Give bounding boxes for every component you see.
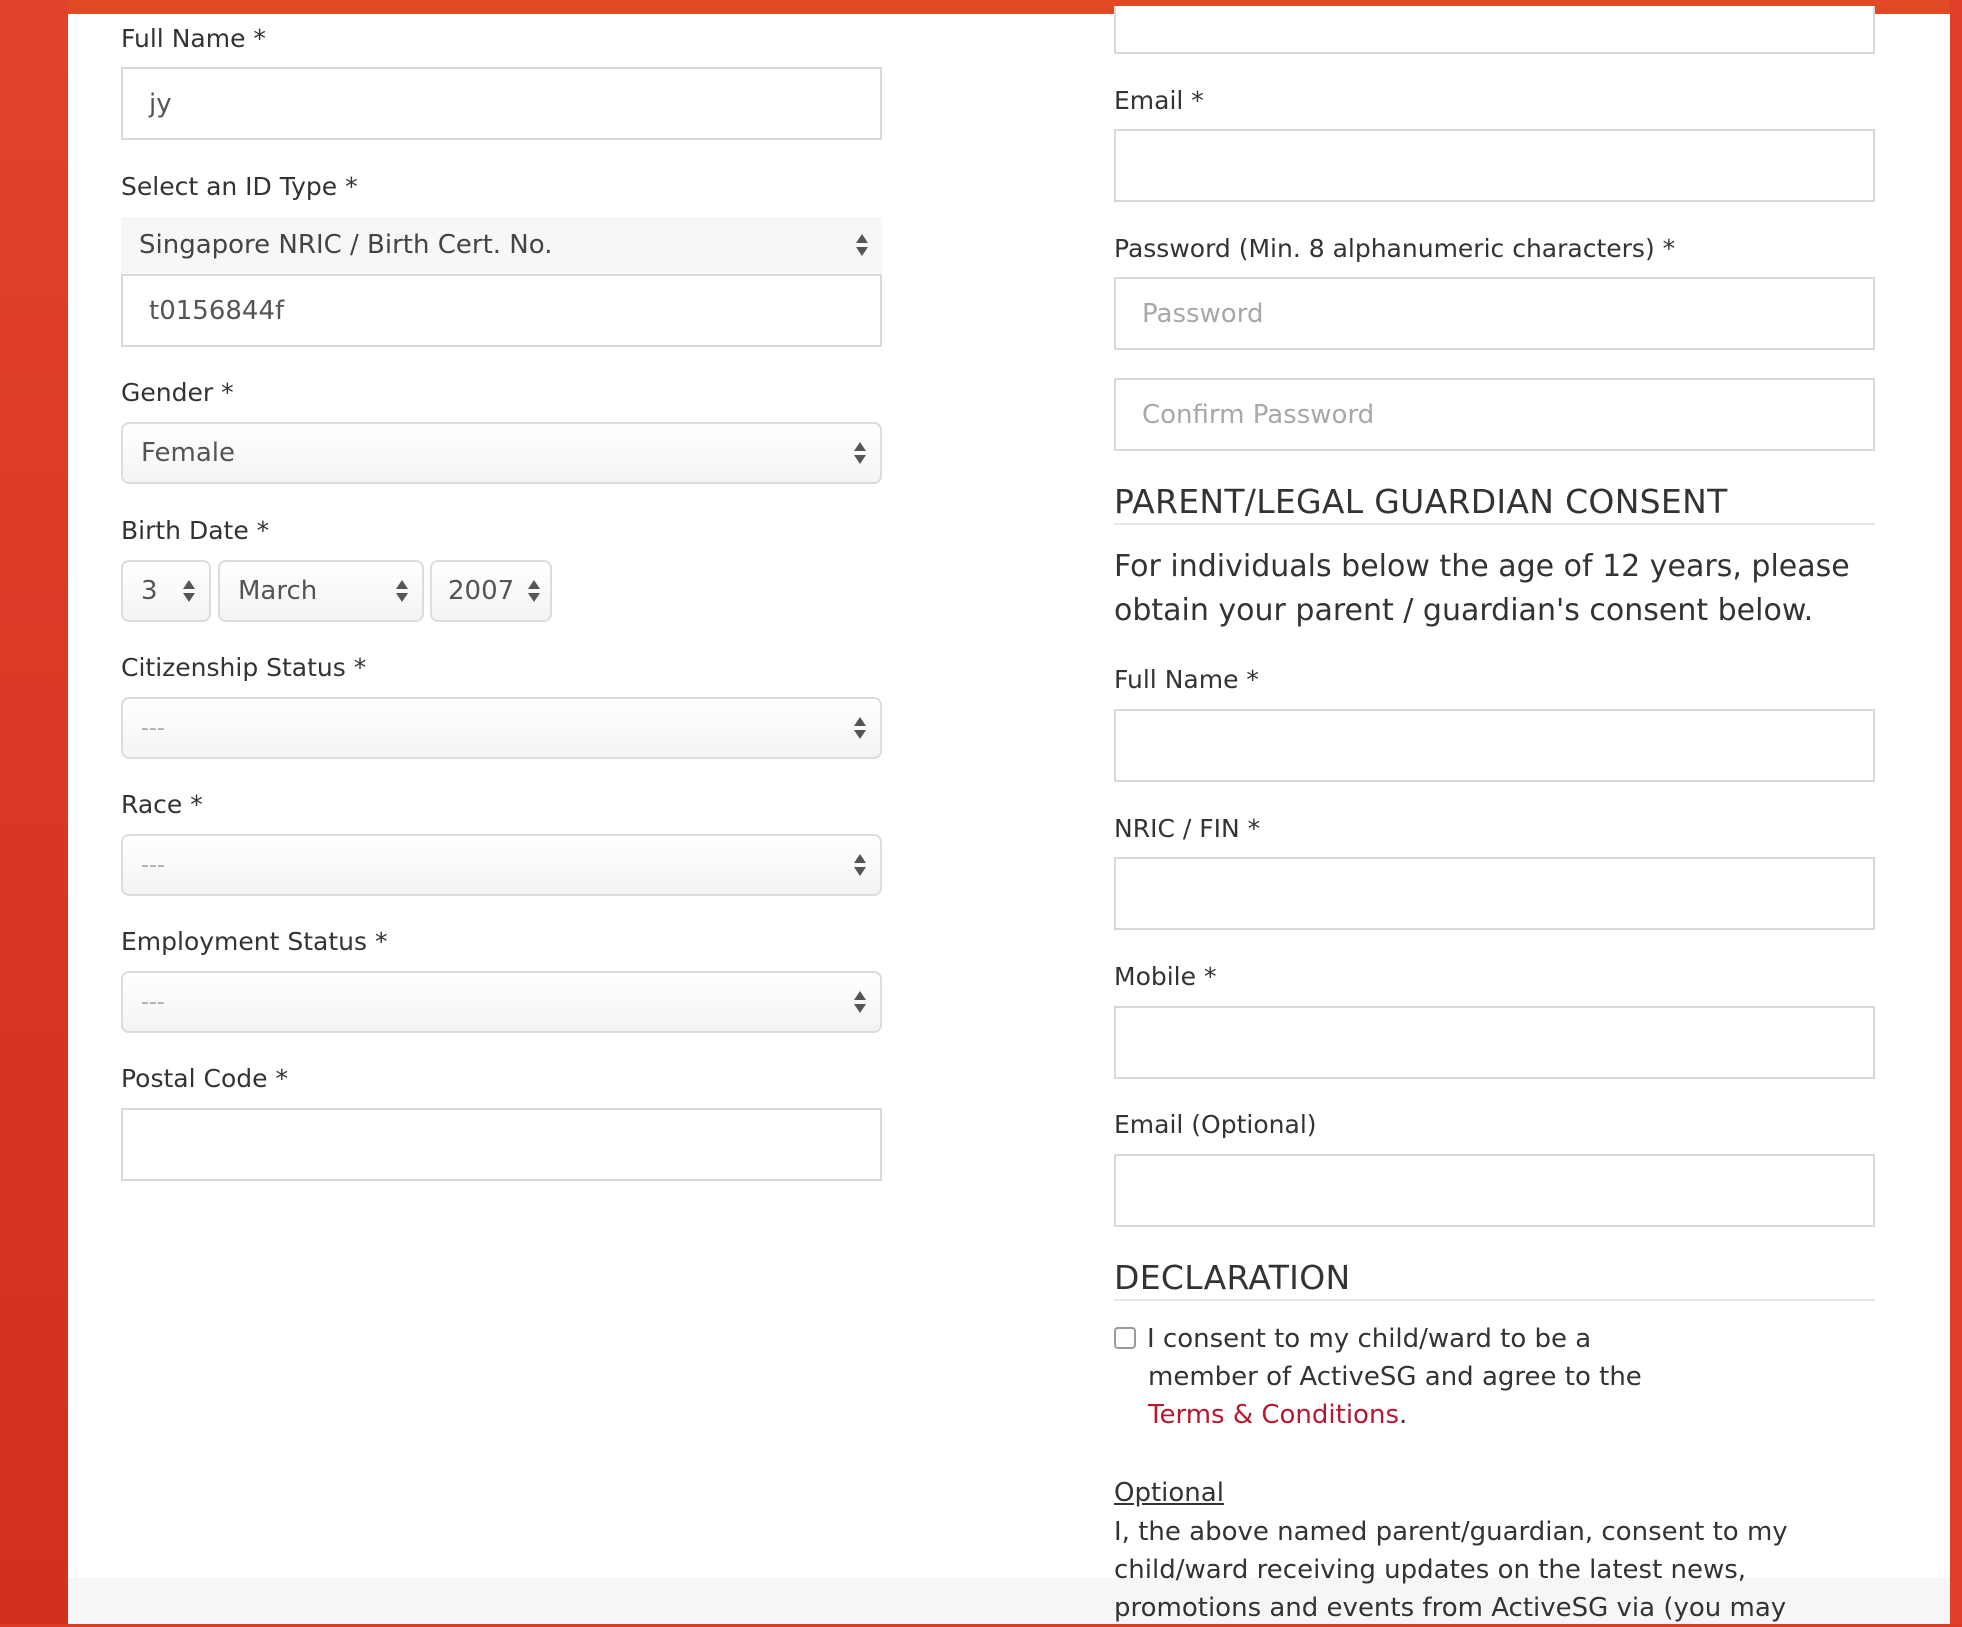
id-type-label: Select an ID Type * xyxy=(121,172,358,201)
optional-line-2: child/ward receiving updates on the late… xyxy=(1114,1555,1747,1585)
id-type-select[interactable]: Singapore NRIC / Birth Cert. No. xyxy=(121,217,882,273)
declaration-text: I consent to my child/ward to be a membe… xyxy=(1147,1320,1642,1434)
select-arrows-icon xyxy=(854,853,866,877)
guardian-mobile-input[interactable] xyxy=(1114,1006,1875,1079)
employment-select-value: --- xyxy=(141,989,165,1015)
employment-select[interactable]: --- xyxy=(121,971,882,1033)
terms-period: . xyxy=(1399,1400,1408,1430)
consent-instructions-line-2: obtain your parent / guardian's consent … xyxy=(1114,593,1814,628)
guardian-nric-input[interactable] xyxy=(1114,857,1875,930)
race-label: Race * xyxy=(121,790,203,819)
postal-code-input[interactable] xyxy=(121,1108,882,1181)
gender-select-value: Female xyxy=(141,438,236,468)
confirm-password-input[interactable]: Confirm Password xyxy=(1114,378,1875,451)
declaration-heading: DECLARATION xyxy=(1114,1258,1351,1297)
birth-month-value: March xyxy=(238,576,318,606)
guardian-name-label: Full Name * xyxy=(1114,665,1259,694)
birth-day-select[interactable]: 3 xyxy=(121,560,211,622)
gender-label: Gender * xyxy=(121,378,234,407)
declaration-line-1: I consent to my child/ward to be a xyxy=(1147,1324,1592,1354)
birth-year-value: 2007 xyxy=(448,576,515,606)
email-input[interactable] xyxy=(1114,129,1875,202)
declaration-line-2: member of ActiveSG and agree to the xyxy=(1148,1362,1642,1392)
optional-consent-text: I, the above named parent/guardian, cons… xyxy=(1114,1513,1788,1627)
select-arrows-icon xyxy=(856,233,868,257)
email-label: Email * xyxy=(1114,86,1204,115)
select-arrows-icon xyxy=(854,990,866,1014)
race-select-value: --- xyxy=(141,852,165,878)
birth-date-label: Birth Date * xyxy=(121,516,270,545)
password-label: Password (Min. 8 alphanumeric characters… xyxy=(1114,234,1676,263)
id-type-select-value: Singapore NRIC / Birth Cert. No. xyxy=(139,230,553,260)
postal-code-label: Postal Code * xyxy=(121,1064,288,1093)
full-name-label: Full Name * xyxy=(121,24,266,53)
citizenship-label: Citizenship Status * xyxy=(121,653,367,682)
password-input[interactable]: Password xyxy=(1114,277,1875,350)
optional-line-3: promotions and events from ActiveSG via … xyxy=(1114,1593,1787,1623)
birth-month-select[interactable]: March xyxy=(218,560,424,622)
race-select[interactable]: --- xyxy=(121,834,882,896)
consent-instructions-line-1: For individuals below the age of 12 year… xyxy=(1114,549,1850,584)
full-name-input[interactable]: jy xyxy=(121,67,882,140)
select-arrows-icon xyxy=(528,579,540,603)
gender-select[interactable]: Female xyxy=(121,422,882,484)
id-number-input[interactable]: t0156844f xyxy=(121,274,882,347)
citizenship-select-value: --- xyxy=(141,715,165,741)
consent-checkbox[interactable] xyxy=(1114,1327,1136,1349)
section-divider xyxy=(1114,1299,1875,1301)
declaration-line-3: Terms & Conditions. xyxy=(1148,1396,1642,1434)
previous-field-input[interactable] xyxy=(1114,6,1875,54)
optional-line-1: I, the above named parent/guardian, cons… xyxy=(1114,1517,1788,1547)
guardian-email-input[interactable] xyxy=(1114,1154,1875,1227)
terms-conditions-link[interactable]: Terms & Conditions xyxy=(1148,1400,1399,1430)
guardian-name-input[interactable] xyxy=(1114,709,1875,782)
select-arrows-icon xyxy=(183,579,195,603)
birth-day-value: 3 xyxy=(141,576,158,606)
select-arrows-icon xyxy=(396,579,408,603)
select-arrows-icon xyxy=(854,441,866,465)
section-divider xyxy=(1114,523,1875,525)
guardian-mobile-label: Mobile * xyxy=(1114,962,1217,991)
guardian-email-label: Email (Optional) xyxy=(1114,1110,1317,1139)
optional-label: Optional xyxy=(1114,1478,1224,1508)
consent-instructions: For individuals below the age of 12 year… xyxy=(1114,545,1850,633)
guardian-consent-heading: PARENT/LEGAL GUARDIAN CONSENT xyxy=(1114,482,1728,521)
select-arrows-icon xyxy=(854,716,866,740)
right-background-band xyxy=(1950,0,1962,1624)
guardian-nric-label: NRIC / FIN * xyxy=(1114,814,1261,843)
left-background-band xyxy=(0,0,68,1624)
citizenship-select[interactable]: --- xyxy=(121,697,882,759)
birth-year-select[interactable]: 2007 xyxy=(430,560,552,622)
employment-label: Employment Status * xyxy=(121,927,388,956)
